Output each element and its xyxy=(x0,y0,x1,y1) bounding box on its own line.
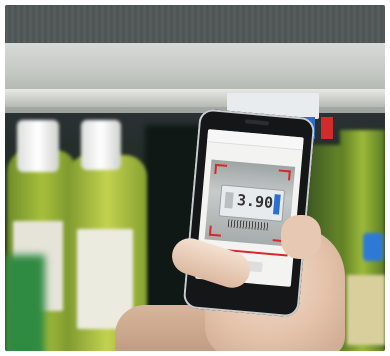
upper-shelf xyxy=(5,5,385,47)
scan-bracket-top-right xyxy=(278,169,291,181)
blue-bottle-neck xyxy=(363,233,383,261)
price-readout: 3.90 xyxy=(236,190,274,213)
tag-left-block xyxy=(224,191,234,209)
scanned-price-tag: 3.90 xyxy=(218,184,286,222)
scan-bracket-top-left xyxy=(214,163,228,175)
phone-speaker xyxy=(244,119,270,126)
bottle-label-right xyxy=(347,275,385,345)
shelf-red-tag xyxy=(321,117,333,139)
bottle-cap-left xyxy=(17,120,59,172)
photo-scene: 3.90 xyxy=(5,5,385,351)
foreground-green-blur xyxy=(5,255,45,351)
tag-blue-stripe xyxy=(272,194,281,215)
smartphone: 3.90 xyxy=(182,108,316,318)
index-finger xyxy=(281,215,321,259)
app-bar xyxy=(207,129,304,151)
scan-bracket-bottom-left xyxy=(208,225,222,237)
bottle-cap-middle xyxy=(81,120,121,170)
barcode xyxy=(227,219,269,231)
shelf-lip xyxy=(5,89,385,107)
